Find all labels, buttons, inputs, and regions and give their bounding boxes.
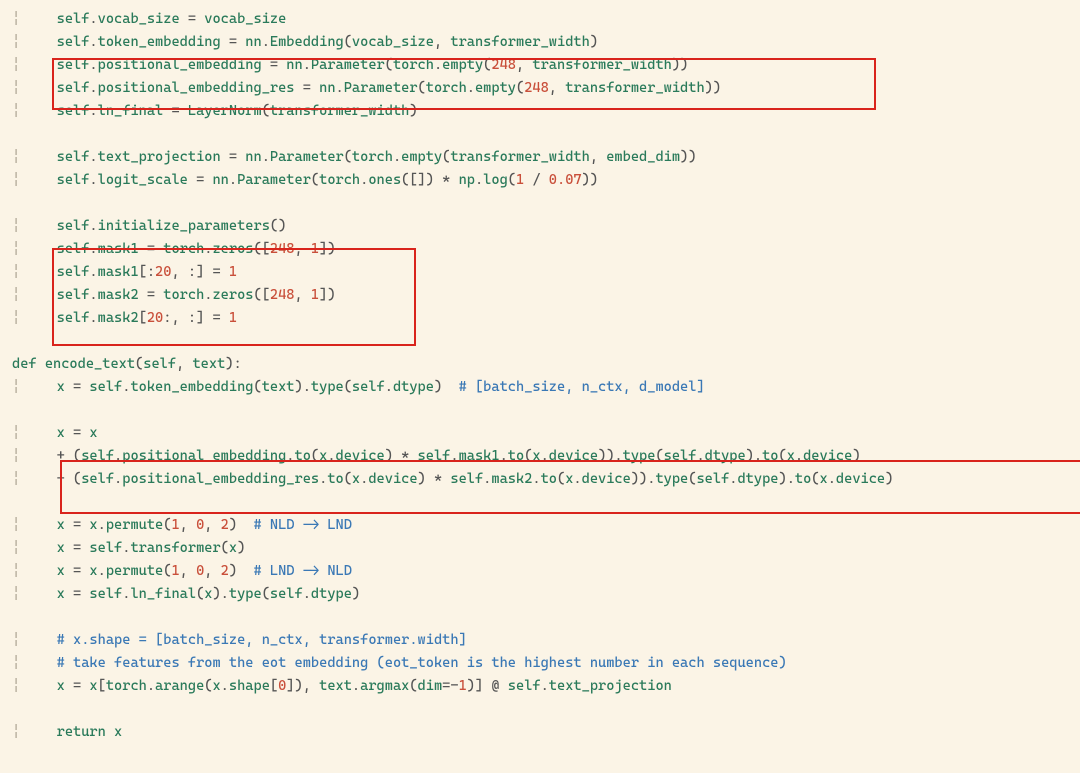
code-line: ¦ self.vocab_size = vocab_size xyxy=(12,8,1080,31)
code-line: ¦ x = self.token_embedding(text).type(se… xyxy=(12,376,1080,399)
blank-line xyxy=(12,192,1080,215)
code-line: ¦ x = x.permute(1, 0, 2) # NLD -> LND xyxy=(12,514,1080,537)
code-line: def encode_text(self, text): xyxy=(12,353,1080,376)
gutter-mark: ¦ xyxy=(12,169,32,192)
gutter-mark: ¦ xyxy=(12,652,32,675)
gutter-mark: ¦ xyxy=(12,77,32,100)
code-line: ¦ # take features from the eot embedding… xyxy=(12,652,1080,675)
code-line: ¦ self.token_embedding = nn.Embedding(vo… xyxy=(12,31,1080,54)
gutter-mark: ¦ xyxy=(12,445,32,468)
code-line: ¦ x = x[torch.arange(x.shape[0]), text.a… xyxy=(12,675,1080,698)
code-line: ¦ self.text_projection = nn.Parameter(to… xyxy=(12,146,1080,169)
gutter-mark: ¦ xyxy=(12,54,32,77)
code-line: ¦ + (self.positional_embedding_res.to(x.… xyxy=(12,468,1080,491)
code-line: ¦ self.mask2[20:, :] = 1 xyxy=(12,307,1080,330)
gutter-mark: ¦ xyxy=(12,307,32,330)
gutter-mark: ¦ xyxy=(12,261,32,284)
code-line: ¦ self.ln_final = LayerNorm(transformer_… xyxy=(12,100,1080,123)
code-line: ¦ self.initialize_parameters() xyxy=(12,215,1080,238)
gutter-mark: ¦ xyxy=(12,468,32,491)
code-line: ¦ self.positional_embedding = nn.Paramet… xyxy=(12,54,1080,77)
gutter-mark: ¦ xyxy=(12,422,32,445)
gutter-mark: ¦ xyxy=(12,146,32,169)
code-line: ¦ self.logit_scale = nn.Parameter(torch.… xyxy=(12,169,1080,192)
gutter-mark: ¦ xyxy=(12,215,32,238)
blank-line xyxy=(12,606,1080,629)
blank-line xyxy=(12,123,1080,146)
gutter-mark: ¦ xyxy=(12,721,32,744)
code-line: ¦ x = x xyxy=(12,422,1080,445)
gutter-mark: ¦ xyxy=(12,238,32,261)
code-line: ¦ x = self.ln_final(x).type(self.dtype) xyxy=(12,583,1080,606)
code-line: ¦ self.mask1[:20, :] = 1 xyxy=(12,261,1080,284)
code-block: ¦ self.vocab_size = vocab_size ¦ self.to… xyxy=(12,8,1080,744)
blank-line xyxy=(12,698,1080,721)
gutter-mark: ¦ xyxy=(12,629,32,652)
code-line: ¦ # x.shape = [batch_size, n_ctx, transf… xyxy=(12,629,1080,652)
code-line: ¦ + (self.positional_embedding.to(x.devi… xyxy=(12,445,1080,468)
code-line: ¦ self.mask2 = torch.zeros([248, 1]) xyxy=(12,284,1080,307)
code-line: ¦ x = self.transformer(x) xyxy=(12,537,1080,560)
gutter-mark: ¦ xyxy=(12,583,32,606)
code-line: ¦ x = x.permute(1, 0, 2) # LND -> NLD xyxy=(12,560,1080,583)
code-line: ¦ return x xyxy=(12,721,1080,744)
blank-line xyxy=(12,491,1080,514)
gutter-mark: ¦ xyxy=(12,560,32,583)
gutter-mark: ¦ xyxy=(12,284,32,307)
gutter-mark: ¦ xyxy=(12,100,32,123)
code-line: ¦ self.mask1 = torch.zeros([248, 1]) xyxy=(12,238,1080,261)
code-line: ¦ self.positional_embedding_res = nn.Par… xyxy=(12,77,1080,100)
blank-line xyxy=(12,399,1080,422)
blank-line xyxy=(12,330,1080,353)
gutter-mark: ¦ xyxy=(12,376,32,399)
gutter-mark: ¦ xyxy=(12,8,32,31)
gutter-mark: ¦ xyxy=(12,675,32,698)
gutter-mark: ¦ xyxy=(12,537,32,560)
gutter-mark: ¦ xyxy=(12,31,32,54)
gutter-mark: ¦ xyxy=(12,514,32,537)
